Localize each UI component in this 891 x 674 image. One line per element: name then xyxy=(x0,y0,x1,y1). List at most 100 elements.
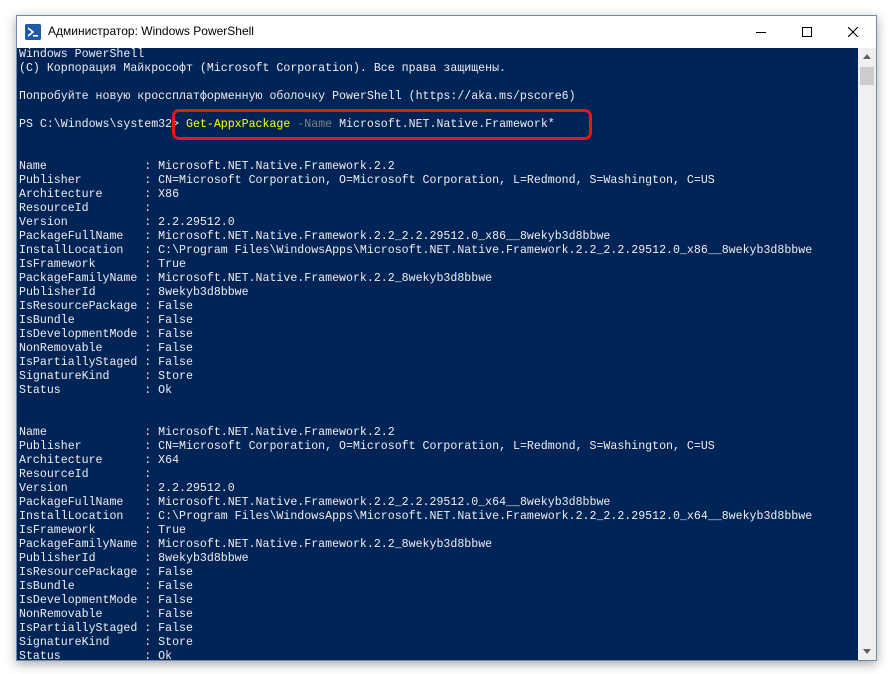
property-key: Architecture : xyxy=(19,188,159,201)
property-value: True xyxy=(158,524,186,537)
property-value: False xyxy=(158,328,193,341)
property-key: SignatureKind : xyxy=(19,636,159,649)
property-row: Version : 2.2.29512.0 xyxy=(19,216,812,230)
property-row: IsBundle : False xyxy=(19,314,812,328)
property-value: False xyxy=(158,594,193,607)
scroll-up-button[interactable] xyxy=(858,48,876,65)
header-line xyxy=(19,76,812,90)
property-key: IsBundle : xyxy=(19,314,159,327)
property-row: Architecture : X86 xyxy=(19,188,812,202)
property-key: IsFramework : xyxy=(19,524,159,537)
powershell-icon xyxy=(25,24,41,40)
property-row: Status : Ok xyxy=(19,650,812,660)
property-value: Ok xyxy=(158,650,173,660)
property-key: SignatureKind : xyxy=(19,370,159,383)
chevron-up-icon xyxy=(863,54,871,59)
property-value: False xyxy=(158,580,193,593)
property-value: False xyxy=(158,622,193,635)
property-value: Microsoft.NET.Native.Framework.2.2_8weky… xyxy=(158,272,493,285)
scroll-down-button[interactable] xyxy=(858,643,876,660)
property-key: IsDevelopmentMode : xyxy=(19,594,159,607)
property-value: X86 xyxy=(158,188,180,201)
minimize-icon xyxy=(756,32,766,33)
property-row: PublisherId : 8wekyb3d8bbwe xyxy=(19,286,812,300)
property-row: Architecture : X64 xyxy=(19,454,812,468)
property-value: False xyxy=(158,608,193,621)
header-line: (C) Корпорация Майкрософт (Microsoft Cor… xyxy=(19,62,507,75)
property-key: NonRemovable : xyxy=(19,608,159,621)
property-value: C:\Program Files\WindowsApps\Microsoft.N… xyxy=(158,244,813,257)
property-row: PackageFullName : Microsoft.NET.Native.F… xyxy=(19,496,812,510)
property-value: False xyxy=(158,314,193,327)
property-row: Publisher : CN=Microsoft Corporation, O=… xyxy=(19,174,812,188)
property-row: Name : Microsoft.NET.Native.Framework.2.… xyxy=(19,426,812,440)
property-value: Microsoft.NET.Native.Framework.2.2_8weky… xyxy=(158,538,493,551)
property-value: 8wekyb3d8bbwe xyxy=(158,552,249,565)
property-row: PublisherId : 8wekyb3d8bbwe xyxy=(19,552,812,566)
property-key: PackageFullName : xyxy=(19,496,159,509)
property-row: NonRemovable : False xyxy=(19,608,812,622)
property-row: InstallLocation : C:\Program Files\Windo… xyxy=(19,510,812,524)
property-key: IsDevelopmentMode : xyxy=(19,328,159,341)
property-row: IsDevelopmentMode : False xyxy=(19,328,812,342)
property-row: IsBundle : False xyxy=(19,580,812,594)
property-key: InstallLocation : xyxy=(19,510,159,523)
property-row: IsFramework : True xyxy=(19,524,812,538)
minimize-button[interactable] xyxy=(738,16,784,48)
console-output[interactable]: Windows PowerShell (C) Корпорация Майкрос… xyxy=(17,48,858,660)
property-row: IsPartiallyStaged : False xyxy=(19,622,812,636)
header-line: Windows PowerShell xyxy=(19,48,145,61)
command-highlight xyxy=(172,109,592,140)
property-row: NonRemovable : False xyxy=(19,342,812,356)
vertical-scrollbar[interactable] xyxy=(858,48,876,660)
scrollbar-thumb[interactable] xyxy=(860,67,874,85)
property-row: IsFramework : True xyxy=(19,258,812,272)
property-value: X64 xyxy=(158,454,180,467)
window-title: Администратор: Windows PowerShell xyxy=(48,24,254,38)
close-icon xyxy=(848,27,858,37)
property-key: IsFramework : xyxy=(19,258,159,271)
maximize-icon xyxy=(802,27,812,37)
property-value: Store xyxy=(158,370,193,383)
property-key: ResourceId : xyxy=(19,468,159,481)
property-row: PackageFamilyName : Microsoft.NET.Native… xyxy=(19,538,812,552)
maximize-button[interactable] xyxy=(784,16,830,48)
property-key: PackageFamilyName : xyxy=(19,272,159,285)
property-row: Name : Microsoft.NET.Native.Framework.2.… xyxy=(19,160,812,174)
property-value: False xyxy=(158,300,193,313)
property-key: InstallLocation : xyxy=(19,244,159,257)
property-key: Status : xyxy=(19,650,159,660)
chevron-down-icon xyxy=(863,649,871,654)
property-row: PackageFullName : Microsoft.NET.Native.F… xyxy=(19,230,812,244)
title-bar[interactable]: Администратор: Windows PowerShell xyxy=(17,16,876,48)
close-button[interactable] xyxy=(830,16,876,48)
property-key: IsResourcePackage : xyxy=(19,300,159,313)
property-row: ResourceId : xyxy=(19,202,812,216)
property-key: Version : xyxy=(19,482,159,495)
property-row: IsDevelopmentMode : False xyxy=(19,594,812,608)
header-line: Попробуйте новую кроссплатформенную обол… xyxy=(19,90,576,103)
property-key: IsPartiallyStaged : xyxy=(19,356,159,369)
property-key: PackageFullName : xyxy=(19,230,159,243)
property-key: Architecture : xyxy=(19,454,159,467)
property-value: True xyxy=(158,258,186,271)
property-key: IsResourcePackage : xyxy=(19,566,159,579)
powershell-window: Администратор: Windows PowerShell Window… xyxy=(16,15,877,661)
property-key: IsPartiallyStaged : xyxy=(19,622,159,635)
property-value: CN=Microsoft Corporation, O=Microsoft Co… xyxy=(158,440,715,453)
property-value: Microsoft.NET.Native.Framework.2.2_2.2.2… xyxy=(158,230,611,243)
property-value: 8wekyb3d8bbwe xyxy=(158,286,249,299)
property-value: 2.2.29512.0 xyxy=(158,216,235,229)
property-key: Publisher : xyxy=(19,440,159,453)
property-value: False xyxy=(158,566,193,579)
property-row: Version : 2.2.29512.0 xyxy=(19,482,812,496)
property-value: CN=Microsoft Corporation, O=Microsoft Co… xyxy=(158,174,715,187)
property-key: Version : xyxy=(19,216,159,229)
property-row: IsResourcePackage : False xyxy=(19,566,812,580)
property-key: Name : xyxy=(19,426,159,439)
property-row: PackageFamilyName : Microsoft.NET.Native… xyxy=(19,272,812,286)
property-row: Status : Ok xyxy=(19,384,812,398)
property-row: InstallLocation : C:\Program Files\Windo… xyxy=(19,244,812,258)
